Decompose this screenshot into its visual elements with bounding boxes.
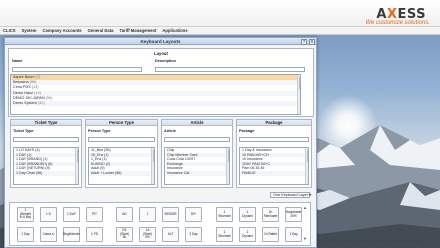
list-item[interactable]: 1 Day Chair (56) [14,170,78,176]
ticket-type-scrollbar[interactable] [75,148,78,184]
keyboard-key[interactable]: SENIOR [162,207,179,222]
person-type-panel: Person Type Person Type 11_Ben (56) 15_E… [85,119,158,188]
keyboard-key[interactable]: Hauptkarte 25% [285,207,302,222]
layout-header: Layout [154,51,168,56]
keyboard-key[interactable]: 3 Day [185,227,202,242]
keyboard-key[interactable]: AD [116,207,133,222]
description-column-label: Description [155,59,176,63]
keyboard-key[interactable]: PIT [86,207,103,222]
keyboard-key[interactable]: 1 Day [17,227,34,242]
logo-wordmark: AXESS [376,7,426,22]
list-item[interactable]: Insurance Cat [165,170,229,176]
keyboard-key[interactable]: Begleitende [63,227,80,242]
keyboard-key[interactable]: 1h Rattet [262,227,279,242]
package-column-label: Package [239,129,255,133]
package-scrollbar[interactable] [305,148,308,184]
ticket-type-list[interactable]: 1 LO DAYS (4) 1 DAY (1) 1 DAY (BRAND) (1… [13,147,79,185]
menu-item-applications[interactable]: Applications [162,28,187,33]
keyboard-key-grid: 1 (Betrieb in 6 Mo) 1 D 1 DAY PIT AD 1 S… [9,202,311,246]
article-scrollbar[interactable] [226,148,229,184]
article-header: Article [162,120,232,126]
article-filter-input[interactable] [164,137,230,142]
package-panel: Package Package 1 Day & Insurance 10 PAM… [236,119,312,188]
name-filter-input[interactable] [12,67,142,72]
list-item[interactable]: Demo System (32) [11,100,300,107]
list-item[interactable]: Adult + Locker (56) [89,170,154,176]
help-button[interactable]: ? [301,38,307,45]
scroll-down-arrow-icon[interactable]: ▼ [303,236,307,241]
person-type-scrollbar[interactable] [151,148,154,184]
ticket-type-column-label: Ticket Type [13,129,34,133]
keyboard-key[interactable]: 1 D [40,207,57,222]
menu-item-company-accounts[interactable]: Company Accounts [42,28,81,33]
keyboard-key[interactable]: DIY [185,207,202,222]
person-type-header: Person Type [86,120,157,126]
ticket-type-header: Ticket Type [11,120,81,126]
keyboard-key[interactable]: 1A (Start) 5% [139,227,156,242]
scroll-up-arrow-icon[interactable]: ▲ [303,205,307,210]
app-header: AXESS We customize solutions. [0,0,440,27]
person-type-column-label: Person Type [88,129,111,133]
article-column-label: Article [164,129,176,133]
keyboard-key[interactable]: 1 PD [86,227,103,242]
keyboard-key[interactable]: E5 (Start) 5h [116,227,133,242]
dialog-title: Keyboard Layouts [140,39,181,44]
layouts-scrollbar[interactable] [297,75,300,114]
layouts-list[interactable]: Aspire Bcom (7) Bekasina (56) Cima PDS (… [10,74,301,115]
keyboard-key[interactable]: 1 Dynami [239,227,256,242]
keyboard-key[interactable]: 1 Stromsel [216,207,233,222]
package-list[interactable]: 1 Day & Insurance 10 PAM MO+CH 1h Insura… [239,147,309,185]
keyboard-layouts-dialog: Keyboard Layouts ? X Layout Name Descrip… [4,37,317,248]
ticket-type-panel: Ticket Type Ticket Type 1 LO DAYS (4) 1 … [10,119,82,188]
main-menu-bar: CLICS System Company Accounts General Da… [0,27,440,35]
dialog-title-bar: Keyboard Layouts ? X [5,38,316,45]
keyboard-key[interactable]: 1h Fahrkarte [262,207,279,222]
list-item[interactable]: FAMILIE [240,170,308,176]
keyboard-key[interactable]: 1 (Betrieb in 6 Mo) [17,207,34,222]
description-filter-input[interactable] [155,67,305,72]
article-list[interactable]: Chip Chip Member Card Coca Cola LIGHT Ex… [164,147,230,185]
keyboard-key[interactable]: 1 Dynami [239,207,256,222]
status-bar-text: 2 Jan 180089 · 195 00/001 · 25 Fin · pls… [318,239,421,243]
keyboard-key[interactable]: ALT [162,227,179,242]
keyboard-layer-select[interactable]: One Keyboard Layer ▾ [270,192,311,198]
menu-item-tariff-management[interactable]: Tariff Management [119,28,156,33]
close-button[interactable]: X [309,38,315,45]
article-panel: Article Article Chip Chip Member Card Co… [161,119,233,188]
person-type-list[interactable]: 11_Ben (56) 15_Erw (1) 1_Erw (1) KUKINO … [88,147,155,185]
logo-tagline: We customize solutions. [365,20,430,26]
menu-item-clics[interactable]: CLICS [3,28,16,33]
keyboard-key[interactable]: Cama s. [40,227,57,242]
menu-item-general-data[interactable]: General Data [88,28,114,33]
keyboard-key[interactable]: 1 Day [285,227,302,242]
name-column-label: Name [12,59,23,63]
keyboard-key[interactable]: 1 Stromsel [216,227,233,242]
package-header: Package [237,120,311,126]
person-type-filter-input[interactable] [88,137,155,142]
axess-logo: AXESS We customize solutions. [322,7,432,26]
keyboard-key[interactable]: 1 [139,207,156,222]
ticket-type-filter-input[interactable] [13,137,79,142]
package-filter-input[interactable] [239,137,309,142]
menu-item-system[interactable]: System [22,28,37,33]
keyboard-key[interactable]: 1 DAY [63,207,80,222]
